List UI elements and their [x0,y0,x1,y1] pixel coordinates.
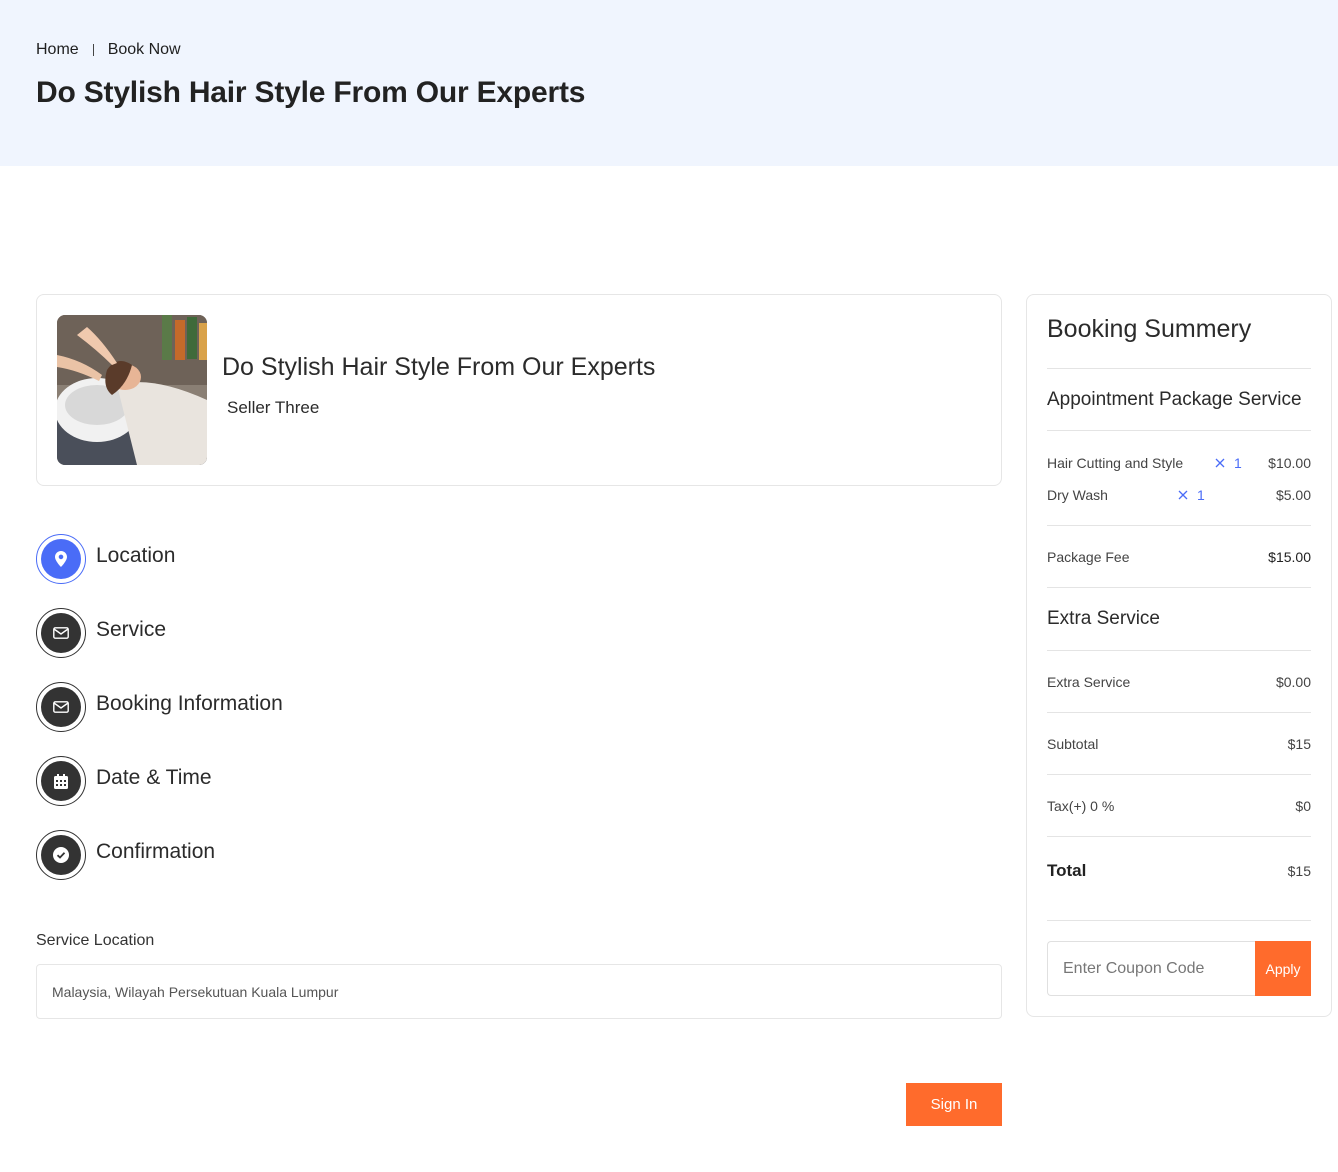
times-icon [1178,490,1188,500]
divider [1047,525,1311,526]
envelope-icon [41,613,81,653]
subtotal-row: Subtotal $15 [1047,736,1311,756]
package-fee-value: $15.00 [1268,549,1311,565]
divider [1047,368,1311,369]
service-card: Do Stylish Hair Style From Our Experts S… [36,294,1002,486]
item-qty-value: 1 [1234,455,1242,471]
tax-label: Tax(+) 0 % [1047,798,1115,814]
total-label: Total [1047,861,1087,880]
booking-summary-panel: Booking Summery Appointment Package Serv… [1026,294,1332,1017]
subtotal-label: Subtotal [1047,736,1099,752]
breadcrumb-separator [92,44,94,56]
breadcrumb-current: Book Now [107,41,181,58]
step-location[interactable]: Location [36,534,436,584]
extra-section-title: Extra Service [1047,608,1160,629]
item-name: Dry Wash [1047,487,1108,503]
divider [1047,920,1311,921]
package-fee-row: Package Fee $15.00 [1047,549,1311,569]
step-ring [36,534,86,584]
step-ring [36,756,86,806]
step-booking-information[interactable]: Booking Information [36,682,436,732]
package-fee-label: Package Fee [1047,549,1130,565]
step-label: Date & Time [96,766,212,789]
subtotal-value: $15 [1287,736,1311,752]
tax-value: $0 [1295,798,1311,814]
extra-service-value: $0.00 [1275,674,1311,690]
step-label: Location [96,544,176,567]
page-header-banner: Home Book Now Do Stylish Hair Style From… [0,0,1338,166]
service-location-label: Service Location [36,932,155,949]
coupon-form: Apply [1047,941,1311,996]
extra-service-label: Extra Service [1047,674,1131,690]
calendar-icon [41,761,81,801]
package-item-row: Hair Cutting and Style 1 $10.00 [1047,455,1311,475]
total-row: Total $15 [1047,861,1311,881]
extra-service-row: Extra Service $0.00 [1047,674,1311,694]
divider [1047,774,1311,775]
divider [1047,836,1311,837]
step-confirmation[interactable]: Confirmation [36,830,436,880]
breadcrumb-home-link[interactable]: Home [36,41,79,59]
service-image [57,315,207,465]
total-value: $15 [1287,863,1311,879]
divider [1047,650,1311,651]
step-service[interactable]: Service [36,608,436,658]
page-title: Do Stylish Hair Style From Our Experts [36,76,586,109]
step-ring [36,682,86,732]
item-quantity: 1 [1215,455,1242,471]
tax-row: Tax(+) 0 % $0 [1047,798,1311,818]
step-ring [36,608,86,658]
apply-coupon-button[interactable]: Apply [1255,941,1311,996]
step-label: Service [96,618,167,641]
item-price: $10.00 [1268,455,1311,471]
location-pin-icon [41,539,81,579]
seller-name[interactable]: Seller Three [227,398,319,418]
summary-title: Booking Summery [1047,315,1252,343]
coupon-code-input[interactable] [1047,941,1255,996]
divider [1047,587,1311,588]
divider [1047,712,1311,713]
item-price: $5.00 [1275,487,1311,503]
times-icon [1215,458,1225,468]
package-section-title: Appointment Package Service [1047,389,1302,410]
breadcrumb: Home Book Now [36,41,181,59]
step-label: Booking Information [96,692,283,715]
service-location-input[interactable] [36,964,1002,1019]
package-item-row: Dry Wash 1 $5.00 [1047,487,1311,507]
divider [1047,430,1311,431]
step-ring [36,830,86,880]
service-title: Do Stylish Hair Style From Our Experts [222,353,656,381]
step-label: Confirmation [96,840,216,863]
item-name: Hair Cutting and Style [1047,455,1184,471]
check-circle-icon [41,835,81,875]
item-qty-value: 1 [1197,487,1205,503]
step-date-time[interactable]: Date & Time [36,756,436,806]
item-quantity: 1 [1178,487,1205,503]
envelope-icon [41,687,81,727]
sign-in-button[interactable]: Sign In [906,1083,1002,1126]
